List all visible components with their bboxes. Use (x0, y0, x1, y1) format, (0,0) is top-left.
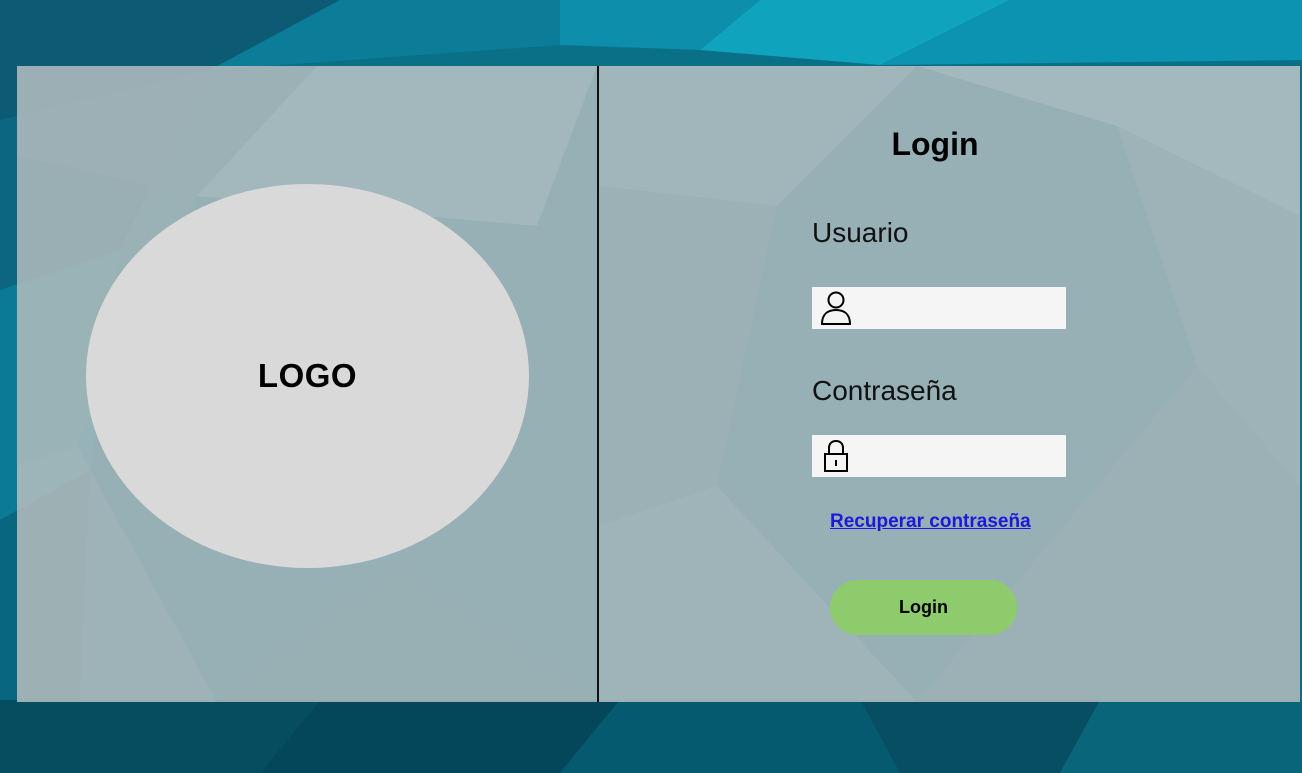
logo-placeholder: LOGO (86, 184, 529, 568)
password-label: Contraseña (812, 375, 957, 406)
login-card: LOGO Login Usuario Contraseña Recuperar … (17, 66, 1300, 702)
login-button[interactable]: Login (830, 580, 1017, 635)
recover-password-link[interactable]: Recuperar contraseña (830, 511, 1031, 533)
page-title: Login (891, 126, 979, 162)
logo-text: LOGO (257, 357, 358, 394)
password-input[interactable] (853, 435, 1076, 477)
panel-divider (597, 66, 599, 702)
username-field-container (812, 287, 1076, 329)
user-icon (819, 289, 853, 327)
lock-icon (819, 437, 853, 475)
username-label: Usuario (812, 217, 909, 248)
password-field-container (812, 435, 1076, 477)
username-input[interactable] (853, 287, 1076, 329)
